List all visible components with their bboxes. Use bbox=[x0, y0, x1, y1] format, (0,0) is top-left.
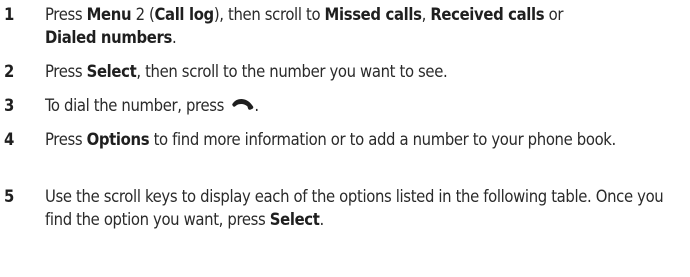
call-key-handset-icon bbox=[232, 98, 254, 112]
step-number: 5 bbox=[4, 187, 15, 206]
menu-key-label: Menu bbox=[86, 5, 132, 24]
step-text: Press Menu 2 (Call log), then scroll to … bbox=[45, 5, 564, 47]
dialed-numbers-label: Dialed numbers bbox=[45, 28, 172, 47]
step-text: To dial the number, press . bbox=[45, 96, 259, 115]
step-number: 3 bbox=[4, 96, 15, 115]
select-key-label: Select bbox=[86, 62, 137, 81]
step-text: Press Select, then scroll to the number … bbox=[45, 62, 448, 81]
options-key-label: Options bbox=[86, 130, 150, 149]
received-calls-label: Received calls bbox=[430, 5, 545, 24]
step-number: 1 bbox=[4, 5, 15, 24]
missed-calls-label: Missed calls bbox=[324, 5, 422, 24]
call-log-label: Call log bbox=[154, 5, 214, 24]
step-number: 2 bbox=[4, 62, 15, 81]
step-text: Press Options to find more information o… bbox=[45, 130, 616, 149]
step-number: 4 bbox=[4, 130, 15, 149]
step-text: Use the scroll keys to display each of t… bbox=[45, 187, 664, 229]
select-key-label: Select bbox=[269, 210, 320, 229]
